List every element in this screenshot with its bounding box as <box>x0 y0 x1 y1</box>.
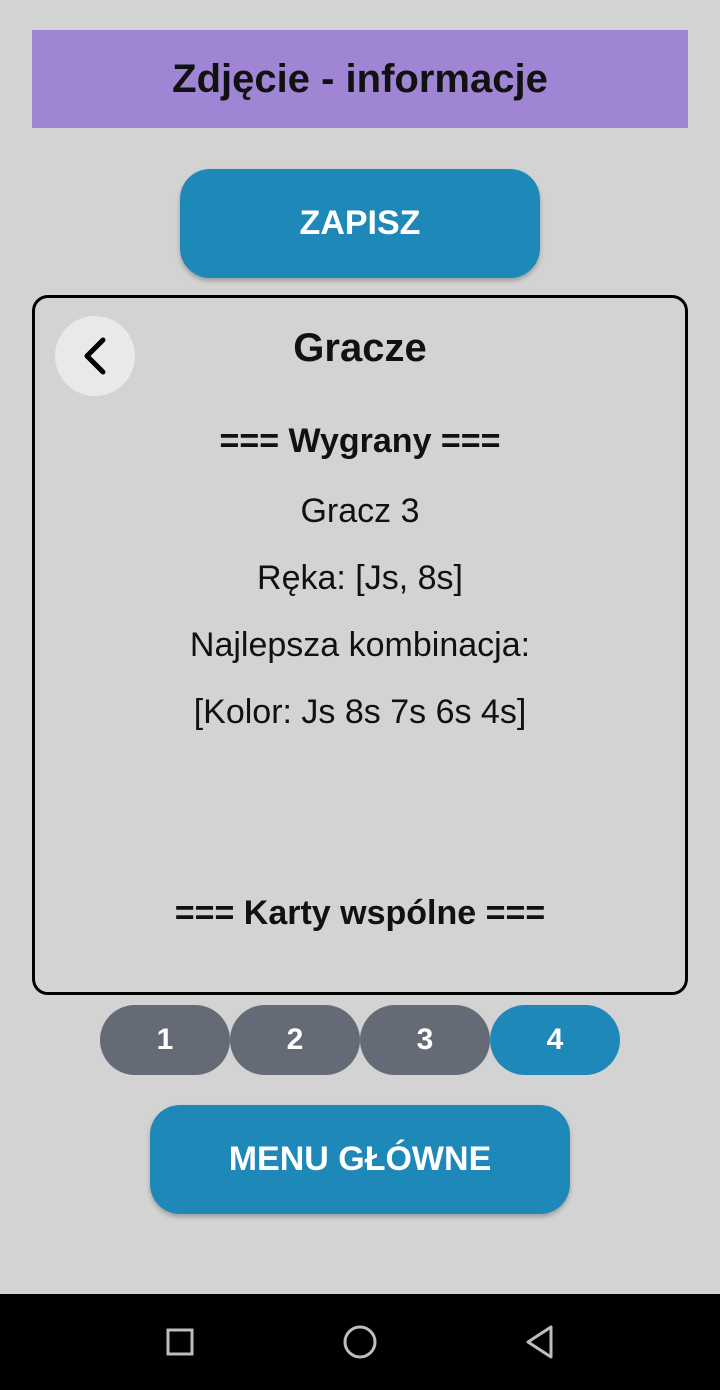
main-menu-button[interactable]: MENU GŁÓWNE <box>150 1105 570 1214</box>
players-card: Gracze === Wygrany === Gracz 3 Ręka: [Js… <box>32 295 688 995</box>
card-title: Gracze <box>293 326 427 370</box>
system-nav-bar <box>0 1294 720 1390</box>
best-combo-value: [Kolor: Js 8s 7s 6s 4s] <box>193 693 527 731</box>
square-recents-icon <box>166 1328 194 1356</box>
player-name: Gracz 3 <box>300 492 420 530</box>
triangle-back-icon <box>526 1325 553 1359</box>
winner-heading: === Wygrany === <box>219 422 501 460</box>
page-button-4[interactable]: 4 <box>490 1005 620 1075</box>
app-header: Zdjęcie - informacje <box>32 30 688 128</box>
page-selector: 1 2 3 4 <box>100 1005 620 1075</box>
screen: Zdjęcie - informacje ZAPISZ Gracze === W… <box>0 0 720 1390</box>
page-button-3[interactable]: 3 <box>360 1005 490 1075</box>
back-nav-button[interactable] <box>520 1322 560 1362</box>
home-button[interactable] <box>340 1322 380 1362</box>
community-cards-heading: === Karty wspólne === <box>174 894 546 932</box>
recents-button[interactable] <box>160 1322 200 1362</box>
circle-home-icon <box>343 1325 377 1359</box>
page-title: Zdjęcie - informacje <box>172 56 548 101</box>
page-button-2[interactable]: 2 <box>230 1005 360 1075</box>
page-button-1[interactable]: 1 <box>100 1005 230 1075</box>
save-button[interactable]: ZAPISZ <box>180 169 540 278</box>
best-combo-label: Najlepsza kombinacja: <box>189 626 531 664</box>
player-hand: Ręka: [Js, 8s] <box>257 559 463 597</box>
